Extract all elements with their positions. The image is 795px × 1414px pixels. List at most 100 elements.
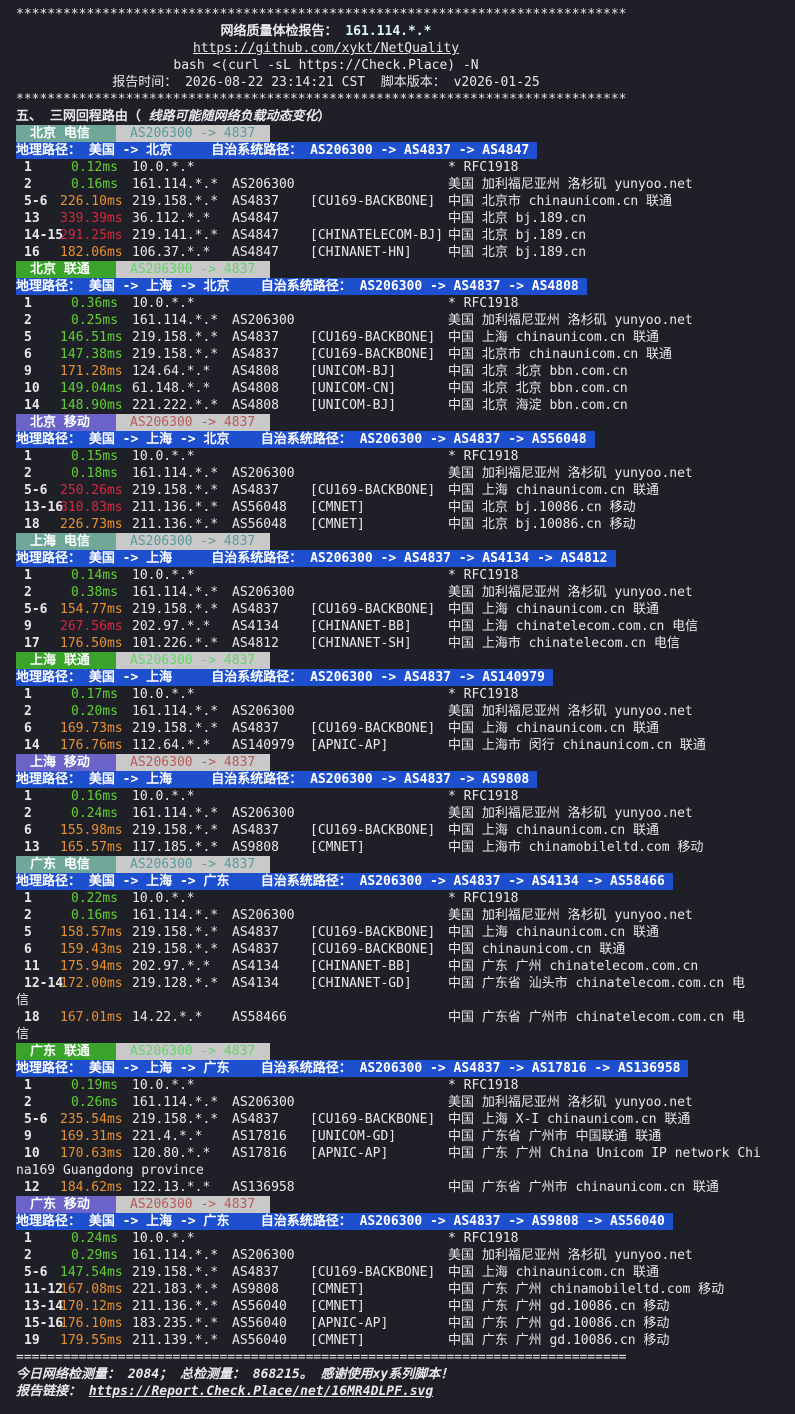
hop-location: 美国 加利福尼亚州 洛杉矶 yunyoo.net <box>448 313 693 328</box>
hop-latency: 158.57ms <box>60 925 123 940</box>
route-block: 广东 电信 AS206300 -> 4837 地理路径： 美国 -> 上海 -> 广… <box>16 856 795 1043</box>
hop-asn: AS56048 <box>232 517 287 532</box>
hop-network-tag: [CU169-BACKBONE] <box>310 330 436 345</box>
hop-asn: AS4837 <box>232 721 279 736</box>
hop-row: 1 0.24ms 10.0.*.* * RFC1918 <box>16 1230 795 1247</box>
hop-ip: 61.148.*.* <box>132 381 211 396</box>
hop-ip: 219.158.*.* <box>132 330 219 345</box>
hop-row: 6 159.43ms 219.158.*.* AS4837 [CU169-BACKBON… <box>16 941 795 958</box>
hop-number: 13 <box>24 211 40 226</box>
hop-number: 9 <box>24 364 32 379</box>
hop-network-tag: [UNICOM-BJ] <box>310 364 397 379</box>
route-block: 北京 移动 AS206300 -> 4837 地理路径： 美国 -> 上海 -> 北… <box>16 414 795 533</box>
hop-latency: 339.39ms <box>60 211 123 226</box>
hop-asn: AS206300 <box>232 704 295 719</box>
hop-location: 中国 北京 bj.189.cn <box>448 245 587 260</box>
hop-row: 2 0.25ms 161.114.*.* AS206300 美国 加利福尼亚州 洛杉矶 … <box>16 312 795 329</box>
hop-asn: AS206300 <box>232 177 295 192</box>
route-geo-line: 地理路径： 美国 -> 上海 -> 广东 自治系统路径： AS206300 ->… <box>16 1213 795 1230</box>
hop-row: 1 0.14ms 10.0.*.* * RFC1918 <box>16 567 795 584</box>
hop-latency: 0.20ms <box>71 704 118 719</box>
hop-ip: 219.158.*.* <box>132 1112 219 1127</box>
route-block: 广东 移动 AS206300 -> 4837 地理路径： 美国 -> 上海 -> 广… <box>16 1196 795 1349</box>
hop-row: 9 169.31ms 221.4.*.* AS17816 [UNICOM-GD] 中国 广… <box>16 1128 795 1145</box>
hop-number: 1 <box>24 568 32 583</box>
hop-location: * RFC1918 <box>448 160 519 175</box>
hop-location: * RFC1918 <box>448 449 519 464</box>
hop-network-tag: [CU169-BACKBONE] <box>310 602 436 617</box>
hop-row: 1 0.19ms 10.0.*.* * RFC1918 <box>16 1077 795 1094</box>
route-geo-path: 地理路径： 美国 -> 北京 自治系统路径： AS206300 -> AS483… <box>16 142 538 159</box>
hop-ip: 117.185.*.* <box>132 840 219 855</box>
hop-number: 5-6 <box>24 483 48 498</box>
hop-row: 19 179.55ms 211.139.*.* AS56040 [CMNET] 中国 广东… <box>16 1332 795 1349</box>
hop-location: 中国 北京 bj.189.cn <box>448 228 587 243</box>
hop-row: 14 148.90ms 221.222.*.* AS4808 [UNICOM-BJ] 中国… <box>16 397 795 414</box>
hop-ip: 219.158.*.* <box>132 823 219 838</box>
hop-number: 5 <box>24 925 32 940</box>
hop-asn: AS4808 <box>232 398 279 413</box>
route-geo-path: 地理路径： 美国 -> 上海 -> 北京 自治系统路径： AS206300 ->… <box>16 431 595 448</box>
hop-location: 美国 加利福尼亚州 洛杉矶 yunyoo.net <box>448 806 693 821</box>
route-list: 北京 电信 AS206300 -> 4837 地理路径： 美国 -> 北京 自治系统… <box>16 125 795 1349</box>
hop-row: 11 175.94ms 202.97.*.* AS4134 [CHINANET-BB] 中… <box>16 958 795 975</box>
hop-row: 16 182.06ms 106.37.*.* AS4847 [CHINANET-HN] 中… <box>16 244 795 261</box>
hop-row: 1 0.16ms 10.0.*.* * RFC1918 <box>16 788 795 805</box>
hop-number: 1 <box>24 160 32 175</box>
hop-location: 美国 加利福尼亚州 洛杉矶 yunyoo.net <box>448 177 693 192</box>
hop-asn: AS17816 <box>232 1129 287 1144</box>
hop-row: 18 167.01ms 14.22.*.* AS58466 中国 广东省 广州市 chi… <box>16 1009 795 1026</box>
route-block: 北京 联通 AS206300 -> 4837 地理路径： 美国 -> 上海 -> 北… <box>16 261 795 414</box>
hop-location: 美国 加利福尼亚州 洛杉矶 yunyoo.net <box>448 466 693 481</box>
hop-ip: 10.0.*.* <box>132 160 195 175</box>
hop-location: 中国 北京 北京 bbn.com.cn <box>448 381 628 396</box>
hop-asn: AS140979 <box>232 738 295 753</box>
hop-location: 中国 上海 chinaunicom.cn 联通 <box>448 925 660 940</box>
hop-asn: AS4847 <box>232 245 279 260</box>
hop-row: 2 0.20ms 161.114.*.* AS206300 美国 加利福尼亚州 洛杉矶 … <box>16 703 795 720</box>
hop-number: 6 <box>24 347 32 362</box>
route-as-summary: AS206300 -> 4837 <box>116 414 270 431</box>
hop-latency: 171.28ms <box>60 364 123 379</box>
hop-asn: AS136958 <box>232 1180 295 1195</box>
route-geo-path: 地理路径： 美国 -> 上海 自治系统路径： AS206300 -> AS483… <box>16 550 616 567</box>
hop-location: 中国 上海市 闵行 chinaunicom.cn 联通 <box>448 738 706 753</box>
hop-row: 15-16176.10ms 183.235.*.* AS56040 [APNIC-AP… <box>16 1315 795 1332</box>
hop-location: 中国 上海 X-I chinaunicom.cn 联通 <box>448 1112 691 1127</box>
hop-asn: AS206300 <box>232 1095 295 1110</box>
route-label: 上海 移动 <box>16 754 116 771</box>
hop-row: 9 171.28ms 124.64.*.* AS4808 [UNICOM-BJ] 中国 北… <box>16 363 795 380</box>
route-header: 上海 移动 AS206300 -> 4837 <box>16 754 795 771</box>
hop-latency: 154.77ms <box>60 602 123 617</box>
hop-ip: 161.114.*.* <box>132 585 219 600</box>
hop-number: 2 <box>24 585 32 600</box>
hop-ip: 202.97.*.* <box>132 619 211 634</box>
repo-link[interactable]: https://github.com/xykt/NetQuality <box>193 41 459 56</box>
hop-latency: 175.94ms <box>60 959 123 974</box>
hop-location: 中国 北京 海淀 bbn.com.cn <box>448 398 628 413</box>
hop-number: 1 <box>24 449 32 464</box>
route-label: 广东 联通 <box>16 1043 116 1060</box>
command-line: bash <(curl -sL https://Check.Place) -N <box>173 58 479 73</box>
hop-row: 2 0.24ms 161.114.*.* AS206300 美国 加利福尼亚州 洛杉矶 … <box>16 805 795 822</box>
hop-row: 13-16310.83ms 211.136.*.* AS56048 [CMNET] 中国… <box>16 499 795 516</box>
hop-number: 12 <box>24 1180 40 1195</box>
hop-location: 中国 广东省 广州市 chinaunicom.cn 联通 <box>448 1180 719 1195</box>
route-geo-line: 地理路径： 美国 -> 上海 -> 北京 自治系统路径： AS206300 ->… <box>16 278 795 295</box>
hop-asn: AS4837 <box>232 330 279 345</box>
hop-ip: 161.114.*.* <box>132 1095 219 1110</box>
hop-ip: 36.112.*.* <box>132 211 211 226</box>
hop-number: 9 <box>24 1129 32 1144</box>
hop-network-tag: [CHINANET-BB] <box>310 619 412 634</box>
hop-ip: 219.158.*.* <box>132 347 219 362</box>
hop-number: 6 <box>24 823 32 838</box>
hop-network-tag: [CMNET] <box>310 517 365 532</box>
report-title-text: 网络质量体检报告： <box>220 24 346 39</box>
second-star-rule: ****************************************… <box>16 92 627 107</box>
hop-ip: 219.158.*.* <box>132 942 219 957</box>
report-link[interactable]: https://Report.Check.Place/net/16MR4DLPF… <box>89 1384 433 1399</box>
hop-number: 16 <box>24 245 40 260</box>
hop-network-tag: [CU169-BACKBONE] <box>310 823 436 838</box>
hop-latency: 170.12ms <box>60 1299 123 1314</box>
hop-row: 2 0.26ms 161.114.*.* AS206300 美国 加利福尼亚州 洛杉矶 … <box>16 1094 795 1111</box>
